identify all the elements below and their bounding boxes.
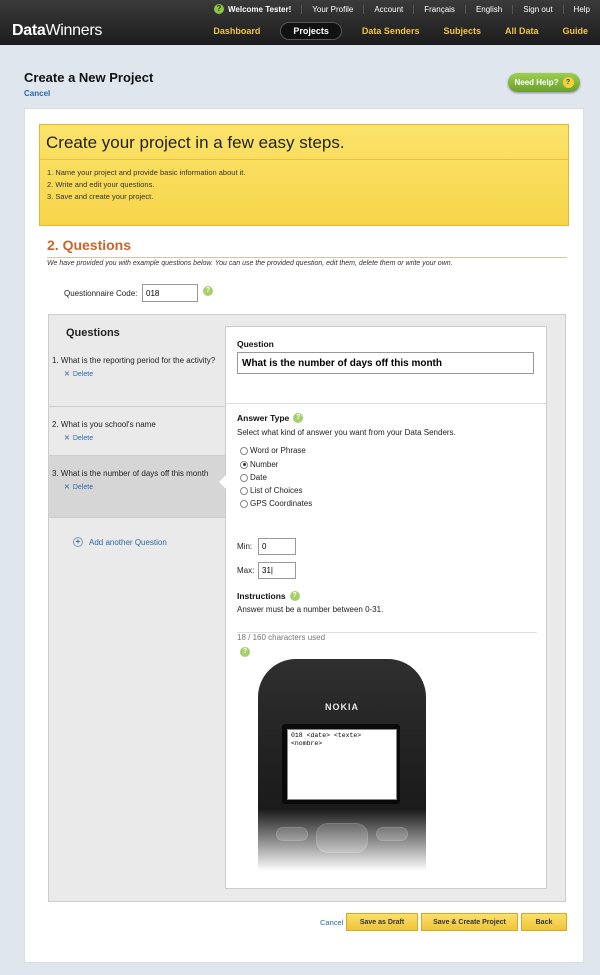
steps-box: Create your project in a few easy steps.… [39, 124, 569, 226]
question-item-text: 3. What is the number of days off this m… [52, 469, 209, 478]
selection-arrow [219, 475, 226, 489]
question-item-2[interactable]: 2. What is you school's name ✕ Delete [49, 407, 225, 456]
step-item: 1. Name your project and provide basic i… [47, 168, 246, 177]
need-help-button[interactable]: Need Help? ? [508, 73, 580, 92]
steps-list: 1. Name your project and provide basic i… [40, 160, 568, 210]
welcome-message: ? Welcome Tester! [204, 4, 301, 14]
step-item: 3. Save and create your project. [47, 192, 154, 201]
section-description: We have provided you with example questi… [47, 260, 453, 267]
phone-fade [258, 809, 426, 871]
add-question-label: Add another Question [89, 537, 167, 547]
logo[interactable]: DataWinners [12, 22, 102, 40]
add-question-button[interactable]: + Add another Question [73, 537, 167, 547]
characters-used: 18 / 160 characters used [237, 633, 326, 642]
min-input[interactable] [258, 538, 296, 555]
radio-list-of-choices[interactable]: List of Choices [240, 486, 302, 495]
instructions-text: Answer must be a number between 0-31. [237, 605, 384, 614]
delete-icon: ✕ [64, 435, 70, 442]
top-bar: ? Welcome Tester! Your Profile Account F… [0, 0, 600, 45]
save-as-draft-button[interactable]: Save as Draft [346, 913, 418, 931]
delete-link[interactable]: ✕ Delete [64, 483, 222, 492]
max-input[interactable] [258, 562, 296, 579]
help-icon[interactable]: ? [293, 413, 304, 423]
radio-label: Word or Phrase [250, 446, 306, 455]
utility-link-profile[interactable]: Your Profile [301, 4, 363, 14]
radio-button[interactable] [240, 446, 248, 455]
min-label: Min: [237, 542, 253, 551]
question-item-1[interactable]: 1. What is the reporting period for the … [49, 349, 225, 407]
main-nav: Dashboard Projects Data Senders Subjects… [201, 22, 600, 40]
question-item-3[interactable]: 3. What is the number of days off this m… [49, 456, 225, 518]
form-divider [226, 403, 546, 404]
section-title: 2. Questions [47, 237, 132, 253]
radio-button[interactable] [240, 486, 248, 495]
radio-button[interactable] [240, 499, 248, 508]
utility-link-francais[interactable]: Français [413, 4, 465, 14]
questions-list-title: Questions [66, 327, 120, 339]
radio-word-or-phrase[interactable]: Word or Phrase [240, 446, 306, 455]
steps-title: Create your project in a few easy steps. [40, 125, 568, 160]
step-item: 2. Write and edit your questions. [47, 180, 155, 189]
cancel-link[interactable]: Cancel [24, 89, 50, 98]
answer-type-label: Answer Type [237, 413, 290, 423]
delete-label: Delete [72, 434, 94, 442]
question-item-text: 1. What is the reporting period for the … [52, 356, 216, 365]
radio-gps-coordinates[interactable]: GPS Coordinates [240, 499, 312, 508]
radio-button[interactable] [240, 460, 248, 469]
logo-part1: Data [12, 22, 46, 39]
instructions-label: Instructions [237, 591, 286, 601]
logo-part2: Winners [45, 22, 103, 39]
delete-link[interactable]: ✕ Delete [64, 370, 222, 379]
nav-dashboard[interactable]: Dashboard [201, 23, 272, 39]
delete-icon: ✕ [64, 371, 70, 378]
section-divider [47, 257, 567, 258]
nav-data-senders[interactable]: Data Senders [350, 23, 432, 39]
max-label: Max: [237, 566, 255, 575]
instructions-heading: Instructions ? [237, 591, 300, 601]
answer-type-heading: Answer Type ? [237, 413, 304, 423]
need-help-label: Need Help? [514, 78, 559, 87]
radio-number[interactable]: Number [240, 460, 278, 469]
utility-link-help[interactable]: Help [562, 4, 600, 14]
question-label: Question [237, 339, 274, 349]
help-icon[interactable]: ? [289, 591, 300, 601]
radio-label: List of Choices [250, 486, 303, 495]
phone-preview: NOKIA 018 <date> <texte> <nombre> [258, 659, 426, 871]
back-button[interactable]: Back [521, 913, 567, 931]
help-icon[interactable]: ? [240, 647, 250, 657]
phone-brand: NOKIA [325, 702, 359, 712]
utility-link-english[interactable]: English [464, 4, 512, 14]
help-icon[interactable]: ? [203, 286, 213, 296]
utility-link-sign-out[interactable]: Sign out [512, 4, 562, 14]
radio-button[interactable] [240, 473, 248, 482]
plus-icon: + [73, 537, 83, 547]
save-and-create-button[interactable]: Save & Create Project [421, 913, 518, 931]
answer-type-hint: Select what kind of answer you want from… [237, 428, 456, 437]
utility-bar: ? Welcome Tester! Your Profile Account F… [204, 3, 600, 15]
sms-preview-screen: 018 <date> <texte> <nombre> [287, 729, 397, 800]
delete-icon: ✕ [64, 484, 70, 491]
questionnaire-code-input[interactable] [142, 284, 198, 302]
questionnaire-code-label: Questionnaire Code: [64, 289, 138, 298]
radio-label: GPS Coordinates [250, 499, 313, 508]
footer-cancel-link[interactable]: Cancel [320, 918, 343, 927]
question-icon: ? [562, 77, 574, 88]
delete-label: Delete [72, 370, 94, 378]
nav-guide[interactable]: Guide [550, 23, 600, 39]
delete-link[interactable]: ✕ Delete [64, 434, 222, 443]
delete-label: Delete [72, 483, 94, 491]
help-icon[interactable]: ? [214, 4, 224, 14]
question-item-text: 2. What is you school's name [52, 420, 156, 429]
radio-label: Number [250, 460, 279, 469]
page-title: Create a New Project [24, 70, 154, 85]
welcome-text: Welcome Tester! [228, 4, 292, 14]
radio-label: Date [250, 473, 267, 482]
question-input[interactable] [237, 352, 534, 374]
radio-date[interactable]: Date [240, 473, 267, 482]
nav-subjects[interactable]: Subjects [431, 23, 493, 39]
nav-projects[interactable]: Projects [280, 22, 342, 40]
utility-link-account[interactable]: Account [363, 4, 413, 14]
nav-all-data[interactable]: All Data [493, 23, 551, 39]
